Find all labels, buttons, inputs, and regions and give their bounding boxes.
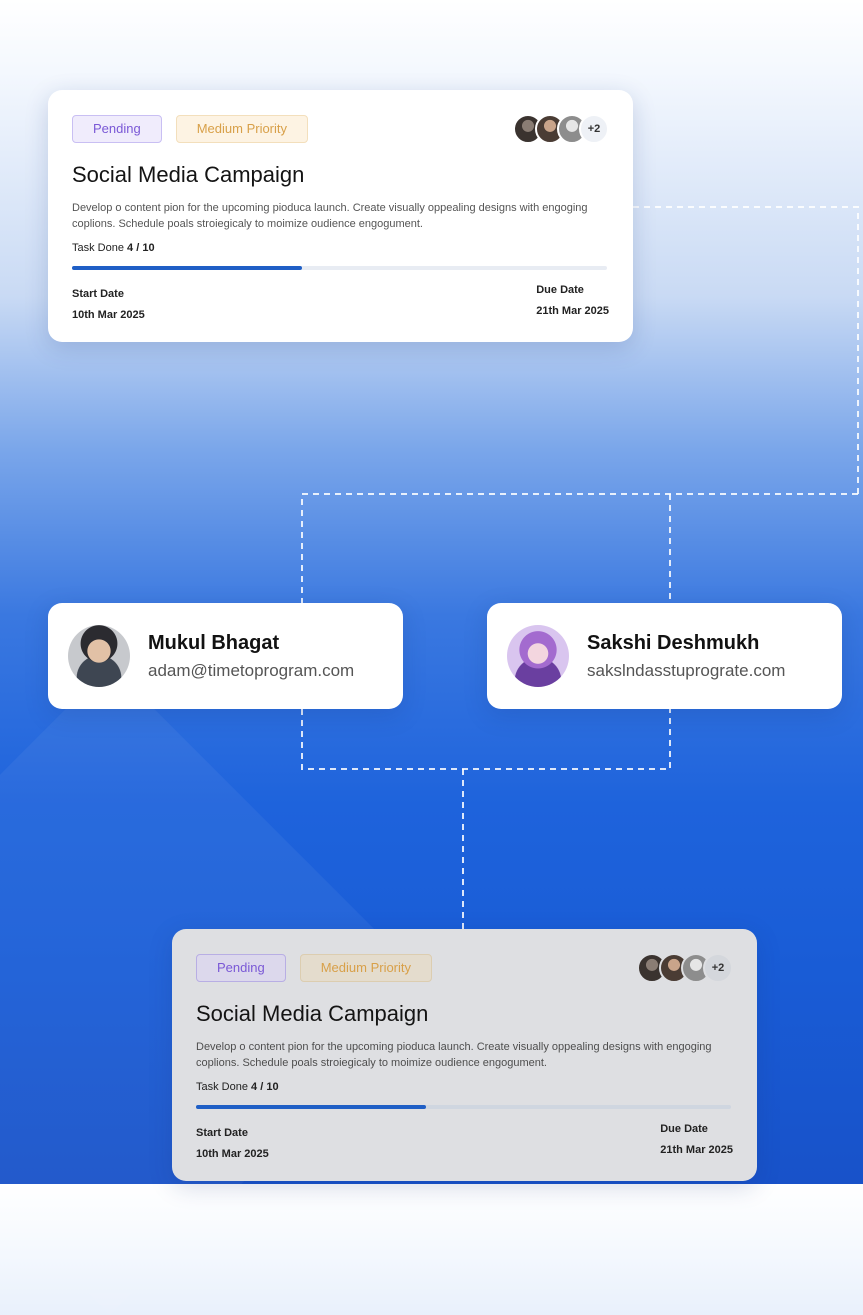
task-card[interactable]: Pending Medium Priority +2 Social Media … [172,929,757,1181]
due-date-label: Due Date [660,1123,708,1135]
person-email: adam@timetoprogram.com [148,660,355,680]
task-done: Task Done 4 / 10 [72,242,609,254]
start-date-block: Start Date 10th Mar 2025 [72,288,145,321]
person-name: Mukul Bhagat [148,631,280,654]
task-done-label: Task Done [196,1081,248,1093]
progress-fill [72,266,303,270]
task-description: Develop o content pion for the upcoming … [196,1041,712,1069]
task-title: Social Media Campaign [196,1001,429,1026]
member-avatars[interactable]: +2 [637,953,733,983]
due-date-block: Due Date 21th Mar 2025 [536,284,609,321]
status-badge: Pending [72,115,162,143]
person-card[interactable]: Sakshi Deshmukh sakslndasstuprograte.com [487,603,842,709]
more-members-count[interactable]: +2 [703,953,733,983]
task-card[interactable]: Pending Medium Priority +2 Social Media … [48,90,633,342]
task-description: Develop o content pion for the upcoming … [72,202,588,230]
start-date-label: Start Date [196,1127,248,1139]
due-date-block: Due Date 21th Mar 2025 [660,1123,733,1160]
person-email: sakslndasstuprograte.com [587,660,786,680]
status-badge: Pending [196,954,286,982]
avatar [68,625,130,687]
task-done: Task Done 4 / 10 [196,1081,733,1093]
start-date-block: Start Date 10th Mar 2025 [196,1127,269,1160]
task-done-value: 4 / 10 [251,1081,279,1093]
more-members-count[interactable]: +2 [579,114,609,144]
progress-bar [196,1105,731,1109]
person-name: Sakshi Deshmukh [587,631,760,654]
progress-bar [72,266,607,270]
progress-fill [196,1105,427,1109]
due-date-value: 21th Mar 2025 [660,1144,733,1156]
start-date-value: 10th Mar 2025 [196,1148,269,1160]
due-date-value: 21th Mar 2025 [536,305,609,317]
task-done-label: Task Done [72,242,124,254]
priority-badge: Medium Priority [175,115,309,143]
task-done-value: 4 / 10 [127,242,155,254]
priority-badge: Medium Priority [299,954,433,982]
member-avatars[interactable]: +2 [513,114,609,144]
due-date-label: Due Date [536,284,584,296]
start-date-label: Start Date [72,288,124,300]
avatar [507,625,569,687]
start-date-value: 10th Mar 2025 [72,309,145,321]
person-card[interactable]: Mukul Bhagat adam@timetoprogram.com [48,603,403,709]
task-title: Social Media Campaign [72,162,305,187]
